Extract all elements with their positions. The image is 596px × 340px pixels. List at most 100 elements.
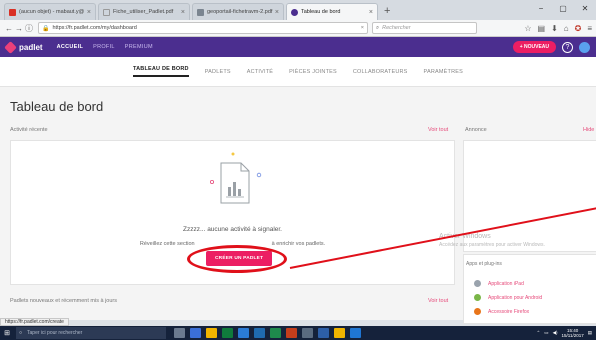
taskbar-app-icon[interactable] bbox=[350, 328, 361, 338]
dashboard-tabs: TABLEAU DE BORD PADLETS ACTIVITÉ PIÈCES … bbox=[0, 57, 596, 87]
close-icon[interactable]: × bbox=[275, 9, 279, 16]
lock-icon: 🔒 bbox=[42, 25, 50, 32]
system-tray: ⌃ ▭ ◀) 15:40 15/11/2017 ▤ bbox=[537, 328, 596, 338]
browser-tab-geoportail-pdf[interactable]: geoportail-fichetravm-2.pdf × bbox=[192, 3, 284, 20]
browser-tab-tableau-de-bord[interactable]: Tableau de bord × bbox=[286, 3, 378, 20]
volume-icon[interactable]: ◀) bbox=[553, 330, 558, 336]
taskbar-app-icon[interactable] bbox=[238, 328, 249, 338]
empty-activity-title: Zzzzz... aucune activité à signaler. bbox=[183, 226, 282, 233]
document-favicon-icon bbox=[103, 8, 110, 16]
maximize-button[interactable]: ▢ bbox=[552, 0, 574, 16]
network-icon[interactable]: ▭ bbox=[544, 330, 548, 336]
taskbar-app-icon[interactable] bbox=[254, 328, 265, 338]
taskbar-search-input[interactable]: ○ Taper ici pour rechercher bbox=[16, 327, 166, 339]
windows-activation-watermark: Activer Windows Accédez aux paramètres p… bbox=[439, 233, 545, 249]
download-icon[interactable]: ⬇ bbox=[551, 24, 558, 33]
browser-tab-strip: (aucun objet) - mabaut.y@ × Fiche_utilis… bbox=[0, 0, 596, 20]
tab-tableau-de-bord[interactable]: TABLEAU DE BORD bbox=[132, 66, 189, 77]
tab-activite[interactable]: ACTIVITÉ bbox=[247, 69, 273, 75]
close-window-button[interactable]: ✕ bbox=[574, 0, 596, 16]
dashboard-page: TABLEAU DE BORD PADLETS ACTIVITÉ PIÈCES … bbox=[0, 57, 596, 324]
padlet-logo[interactable]: padlet bbox=[4, 40, 43, 54]
browser-tab-label: (aucun objet) - mabaut.y@ bbox=[19, 9, 85, 15]
announcement-heading: Annonce bbox=[465, 127, 487, 133]
new-tab-button[interactable]: + bbox=[384, 5, 390, 17]
forward-arrow-icon[interactable]: → bbox=[14, 24, 24, 33]
nav-accueil[interactable]: ACCUEIL bbox=[57, 44, 84, 50]
page-title: Tableau de bord bbox=[10, 99, 104, 114]
document-favicon-icon bbox=[197, 8, 204, 16]
apple-icon bbox=[474, 280, 481, 287]
url-text: https://fr.padlet.com/my/dashboard bbox=[52, 25, 137, 31]
taskbar-app-icon[interactable] bbox=[206, 328, 217, 338]
search-placeholder: Rechercher bbox=[382, 25, 411, 31]
minimize-button[interactable]: − bbox=[530, 0, 552, 16]
app-android-link[interactable]: Application pour Android bbox=[474, 294, 542, 301]
windows-start-icon[interactable]: ⊞ bbox=[0, 326, 14, 340]
tray-chevron-icon[interactable]: ⌃ bbox=[537, 330, 541, 336]
tab-collaborateurs[interactable]: COLLABORATEURS bbox=[353, 69, 408, 75]
bookmark-star-icon[interactable]: ☆ bbox=[524, 24, 531, 33]
status-url-tooltip: https://fr.padlet.com/create bbox=[0, 318, 69, 326]
padlet-header: padlet ACCUEIL PROFIL PREMIUM + NOUVEAU … bbox=[0, 37, 596, 57]
taskbar-app-icon[interactable] bbox=[286, 328, 297, 338]
empty-subtitle-start: Réveillez cette section bbox=[139, 241, 195, 247]
firefox-icon bbox=[474, 308, 481, 315]
taskbar-app-icon[interactable] bbox=[302, 328, 313, 338]
padlet-logo-text: padlet bbox=[19, 42, 43, 52]
info-icon[interactable]: ⓘ bbox=[24, 23, 34, 34]
activity-heading: Activité récente bbox=[10, 127, 48, 133]
taskbar-pinned-apps bbox=[174, 328, 361, 338]
tab-pieces-jointes[interactable]: PIÈCES JOINTES bbox=[289, 69, 337, 75]
clock-date: 15/11/2017 bbox=[561, 333, 584, 338]
taskbar-clock[interactable]: 15:40 15/11/2017 bbox=[562, 328, 584, 338]
menu-icon[interactable]: ≡ bbox=[587, 24, 592, 33]
watermark-line2: Accédez aux paramètres pour activer Wind… bbox=[439, 242, 545, 248]
app-ipad-link[interactable]: Application iPad bbox=[474, 280, 524, 287]
avatar[interactable] bbox=[579, 41, 590, 53]
url-bar[interactable]: 🔒 https://fr.padlet.com/my/dashboard × bbox=[38, 22, 368, 34]
browser-tab-label: geoportail-fichetravm-2.pdf bbox=[207, 9, 273, 15]
tab-parametres[interactable]: PARAMÈTRES bbox=[424, 69, 464, 75]
close-icon[interactable]: × bbox=[87, 9, 91, 16]
app-label: Application pour Android bbox=[488, 294, 543, 301]
taskbar-app-icon[interactable] bbox=[318, 328, 329, 338]
browser-search-input[interactable]: ⌕ Rechercher bbox=[372, 22, 477, 34]
cortana-circle-icon: ○ bbox=[19, 330, 23, 336]
library-icon[interactable]: ▤ bbox=[538, 24, 546, 33]
notification-icon[interactable]: ▤ bbox=[588, 330, 592, 336]
browser-tab-label: Tableau de bord bbox=[301, 9, 341, 15]
activity-card: Zzzzz... aucune activité à signaler. Rév… bbox=[10, 140, 455, 285]
new-padlet-button[interactable]: + NOUVEAU bbox=[512, 41, 556, 53]
taskbar-app-icon[interactable] bbox=[222, 328, 233, 338]
home-icon[interactable]: ⌂ bbox=[564, 24, 569, 33]
highlight-circle bbox=[187, 245, 287, 273]
watermark-line1: Activer Windows bbox=[439, 233, 491, 240]
clear-url-icon[interactable]: × bbox=[361, 25, 364, 31]
taskbar-app-icon[interactable] bbox=[270, 328, 281, 338]
taskbar-app-icon[interactable] bbox=[174, 328, 185, 338]
extension-icon[interactable]: ✪ bbox=[575, 24, 582, 33]
close-icon[interactable]: × bbox=[181, 9, 185, 16]
taskbar-app-icon[interactable] bbox=[334, 328, 345, 338]
activity-see-all-link[interactable]: Voir tout bbox=[428, 127, 448, 133]
android-icon bbox=[474, 294, 481, 301]
browser-tab-mail[interactable]: (aucun objet) - mabaut.y@ × bbox=[4, 3, 96, 20]
nav-premium[interactable]: PREMIUM bbox=[125, 44, 153, 50]
nav-profil[interactable]: PROFIL bbox=[93, 44, 115, 50]
close-icon[interactable]: × bbox=[369, 9, 373, 16]
browser-tab-fiche-pdf[interactable]: Fiche_utiliser_Padlet.pdf × bbox=[98, 3, 190, 20]
browser-toolbar-icons: ☆ ▤ ⬇ ⌂ ✪ ≡ bbox=[524, 24, 592, 33]
app-label: Accessoire Firefox bbox=[488, 308, 530, 315]
empty-subtitle-end: à enrichir vos padlets. bbox=[271, 241, 326, 247]
taskbar-app-icon[interactable] bbox=[190, 328, 201, 338]
padlets-heading: Padlets nouveaux et récemment mis à jour… bbox=[10, 298, 117, 304]
app-firefox-link[interactable]: Accessoire Firefox bbox=[474, 308, 529, 315]
padlets-see-all-link[interactable]: Voir tout bbox=[428, 298, 448, 304]
back-arrow-icon[interactable]: ← bbox=[4, 24, 14, 33]
tab-padlets[interactable]: PADLETS bbox=[205, 69, 231, 75]
help-icon[interactable]: ? bbox=[562, 41, 573, 53]
search-icon: ⌕ bbox=[376, 24, 380, 31]
announcement-hide-link[interactable]: Hide bbox=[583, 127, 594, 133]
mail-favicon-icon bbox=[9, 8, 16, 16]
